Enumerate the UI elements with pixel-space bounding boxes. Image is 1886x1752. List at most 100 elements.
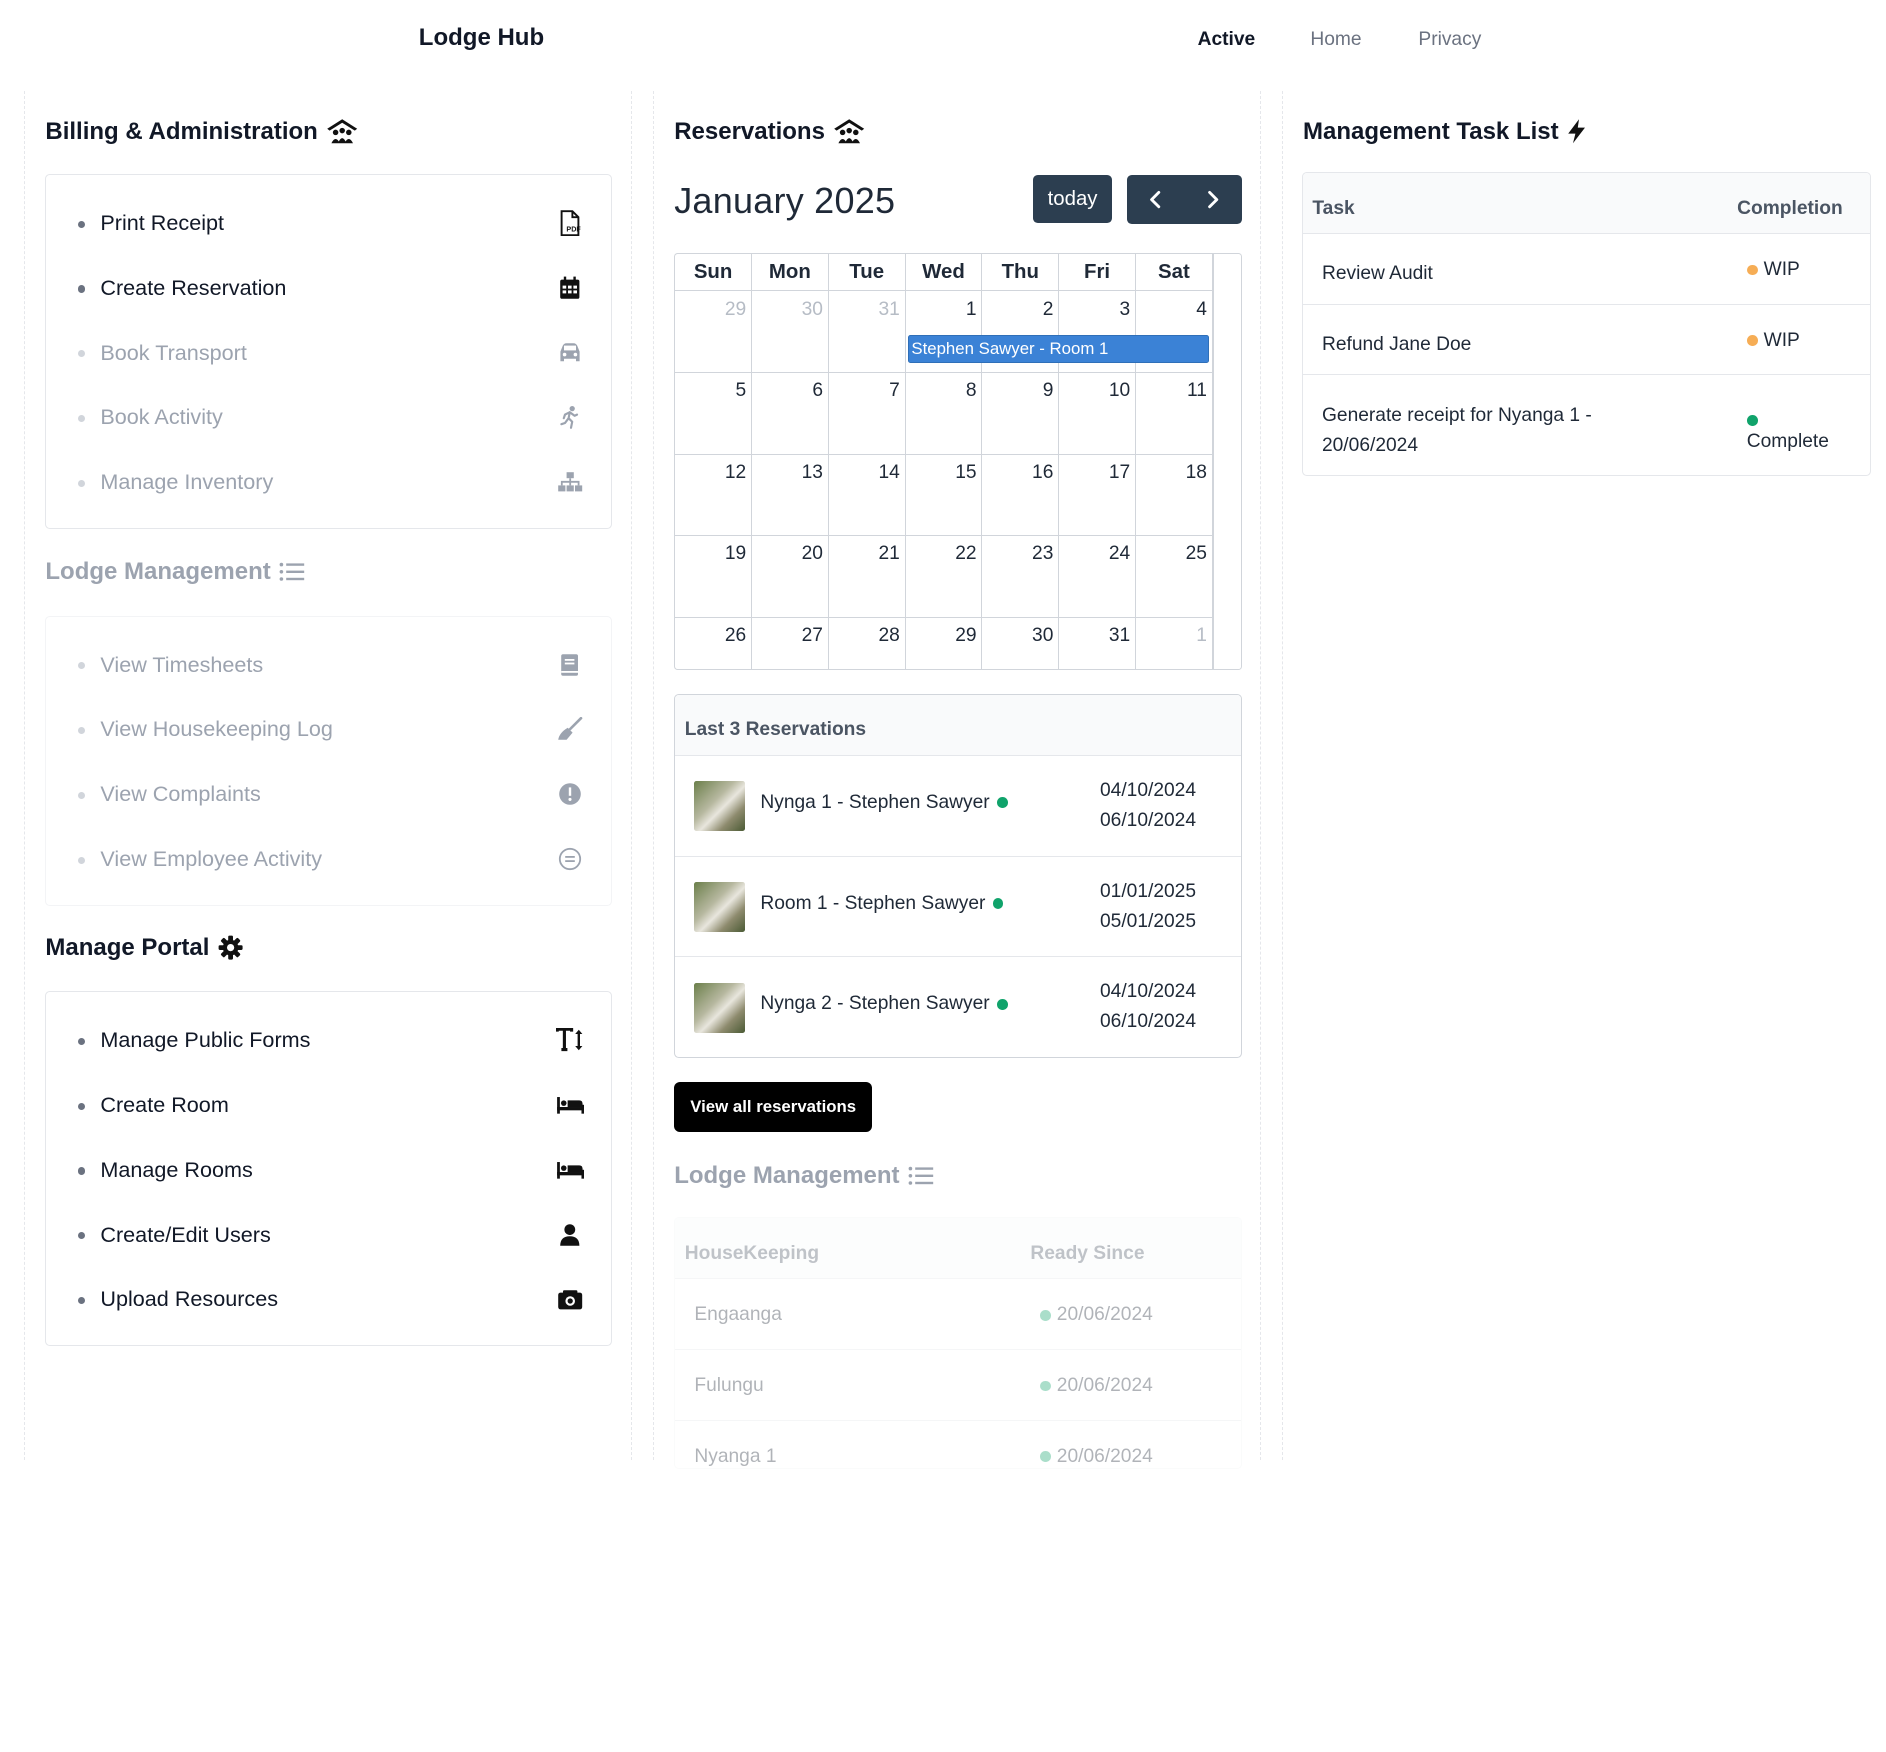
lodge-management-title-text: Lodge Management xyxy=(45,557,271,585)
reservation-name: Nynga 2 - Stephen Sawyer xyxy=(760,993,1008,1015)
task-row[interactable]: Review Audit WIP xyxy=(1302,234,1870,305)
menu-item-create-edit-users[interactable]: Create/Edit Users xyxy=(46,1202,610,1267)
menu-item-label: Manage Public Forms xyxy=(100,1027,311,1053)
task-row[interactable]: Generate receipt for Nyanga 1 - 20/06/20… xyxy=(1303,375,1870,475)
calendar-day[interactable]: 30 xyxy=(752,291,829,372)
calendar-day[interactable]: 9 xyxy=(982,372,1060,454)
calendar-day[interactable]: 11 xyxy=(1136,372,1213,454)
calendar-scrollbar[interactable] xyxy=(1212,254,1241,669)
calendar-day[interactable]: 21 xyxy=(829,536,906,617)
calendar-day[interactable]: 27 xyxy=(752,617,829,669)
app-brand[interactable]: Lodge Hub xyxy=(419,24,544,52)
column-header-ready-since: Ready Since xyxy=(1030,1242,1145,1264)
menu-item-view-timesheets[interactable]: View Timesheets xyxy=(46,632,610,697)
bullet xyxy=(77,285,85,293)
calendar-day[interactable]: 29 xyxy=(675,291,752,372)
calendar-day[interactable]: 15 xyxy=(906,454,983,536)
calendar-day[interactable]: 26 xyxy=(675,617,752,669)
view-all-reservations-button[interactable]: View all reservations xyxy=(674,1082,873,1132)
house-people-icon xyxy=(327,119,358,144)
calendar-event[interactable]: Stephen Sawyer - Room 1 xyxy=(907,334,1210,364)
calendar-weekday-header: Sun Mon Tue Wed Thu Fri Sat xyxy=(675,254,1213,292)
calendar-day[interactable]: 31 xyxy=(1059,617,1136,669)
menu-item-upload-resources[interactable]: Upload Resources xyxy=(46,1267,610,1332)
task-row[interactable]: Refund Jane Doe WIP xyxy=(1302,305,1870,376)
room-name: Engaanga xyxy=(694,1304,782,1326)
today-button[interactable]: today xyxy=(1032,175,1113,224)
calendar-day[interactable]: 17 xyxy=(1059,454,1136,536)
text-height-icon xyxy=(555,1026,585,1055)
billing-menu: Print Receipt PDF Create Reservation Boo… xyxy=(45,173,612,530)
next-month-button[interactable] xyxy=(1184,175,1242,224)
nav-link-privacy[interactable]: Privacy xyxy=(1418,29,1481,51)
calendar-day[interactable]: 14 xyxy=(829,454,906,536)
left-column: Billing & Administration Print Receipt P… xyxy=(24,91,633,1461)
calendar-day[interactable]: 7 xyxy=(829,372,906,454)
calendar-day[interactable]: 1 xyxy=(1136,617,1213,669)
calendar-day[interactable]: 31 xyxy=(829,291,906,372)
menu-item-manage-public-forms[interactable]: Manage Public Forms xyxy=(46,1008,610,1073)
calendar-day[interactable]: 8 xyxy=(906,372,983,454)
calendar-day[interactable]: 24 xyxy=(1059,536,1136,617)
bullet xyxy=(77,726,85,735)
calendar-grid: 29 30 31 1 2 3 4 Stephen Sawyer - Room 1… xyxy=(675,291,1213,669)
calendar-day[interactable]: 19 xyxy=(675,536,752,617)
reservation-row[interactable]: Nynga 1 - Stephen Sawyer 04/10/2024 06/1… xyxy=(675,756,1241,857)
calendar-day[interactable]: 5 xyxy=(675,372,752,454)
calendar-day[interactable]: 10 xyxy=(1059,372,1136,454)
task-status-text: WIP xyxy=(1763,258,1800,280)
nav-link-active[interactable]: Active xyxy=(1198,29,1256,51)
calendar-day[interactable]: 22 xyxy=(906,536,983,617)
bullet xyxy=(77,1296,85,1305)
bullet xyxy=(77,856,85,864)
menu-item-manage-inventory[interactable]: Manage Inventory xyxy=(46,450,610,515)
task-status: WIP xyxy=(1746,330,1800,352)
camera-icon xyxy=(556,1285,585,1314)
calendar-day[interactable]: 29 xyxy=(906,617,983,669)
calendar-day[interactable]: 13 xyxy=(752,454,829,536)
menu-item-create-reservation[interactable]: Create Reservation xyxy=(46,255,610,320)
menu-item-label: View Complaints xyxy=(100,781,261,807)
menu-item-label: Book Activity xyxy=(100,404,223,430)
nav-link-home[interactable]: Home xyxy=(1310,29,1361,51)
reservation-row[interactable]: Room 1 - Stephen Sawyer 01/01/2025 05/01… xyxy=(675,857,1241,958)
calendar-day[interactable]: 30 xyxy=(982,617,1060,669)
bullet xyxy=(77,1102,85,1110)
calendar-day[interactable]: 12 xyxy=(675,454,752,536)
calendar-week: 29 30 31 1 2 3 4 Stephen Sawyer - Room 1 xyxy=(675,291,1213,373)
weekday-label: Thu xyxy=(982,254,1060,292)
task-status: WIP xyxy=(1746,258,1800,281)
menu-item-print-receipt[interactable]: Print Receipt PDF xyxy=(46,191,610,256)
calendar-week: 12 13 14 15 16 17 18 xyxy=(675,454,1213,537)
last-reservations-title: Last 3 Reservations xyxy=(675,694,1241,756)
calendar-day[interactable]: 18 xyxy=(1136,454,1213,536)
menu-item-label: Manage Rooms xyxy=(100,1156,253,1182)
calendar-week: 19 20 21 22 23 24 25 xyxy=(675,536,1213,618)
menu-item-view-complaints[interactable]: View Complaints xyxy=(46,762,610,827)
calendar-day[interactable]: 23 xyxy=(982,536,1060,617)
calendar-day[interactable]: 6 xyxy=(752,372,829,454)
menu-item-view-housekeeping-log[interactable]: View Housekeeping Log xyxy=(46,697,610,762)
right-column: Management Task List Task Completion Rev… xyxy=(1281,91,1886,1461)
reservation-name-text: Nynga 2 - Stephen Sawyer xyxy=(760,993,990,1015)
weekday-label: Fri xyxy=(1059,254,1136,292)
reservation-name: Room 1 - Stephen Sawyer xyxy=(760,893,1004,915)
calendar-day[interactable]: 20 xyxy=(752,536,829,617)
menu-item-view-employee-activity[interactable]: View Employee Activity xyxy=(46,827,610,892)
menu-item-create-room[interactable]: Create Room xyxy=(46,1073,610,1138)
menu-item-label: Upload Resources xyxy=(100,1286,279,1312)
menu-item-label: View Timesheets xyxy=(100,651,264,677)
column-header-housekeeping: HouseKeeping xyxy=(684,1242,820,1264)
menu-item-manage-rooms[interactable]: Manage Rooms xyxy=(46,1137,610,1202)
page: Lodge Hub Active Home Privacy Billing & … xyxy=(0,0,1886,1469)
calendar-day[interactable]: 16 xyxy=(982,454,1060,536)
prev-month-button[interactable] xyxy=(1127,175,1185,224)
calendar-day[interactable]: 25 xyxy=(1136,536,1213,617)
housekeeping-row: Nyanga 1 20/06/2024 xyxy=(675,1421,1241,1468)
reservation-row[interactable]: Nynga 2 - Stephen Sawyer 04/10/2024 06/1… xyxy=(675,957,1241,1057)
housekeeping-row: Fulungu 20/06/2024 xyxy=(675,1350,1241,1421)
menu-item-book-transport[interactable]: Book Transport xyxy=(46,320,610,385)
menu-item-book-activity[interactable]: Book Activity xyxy=(46,385,610,450)
calendar-day[interactable]: 28 xyxy=(829,617,906,669)
status-dot xyxy=(1746,335,1758,347)
